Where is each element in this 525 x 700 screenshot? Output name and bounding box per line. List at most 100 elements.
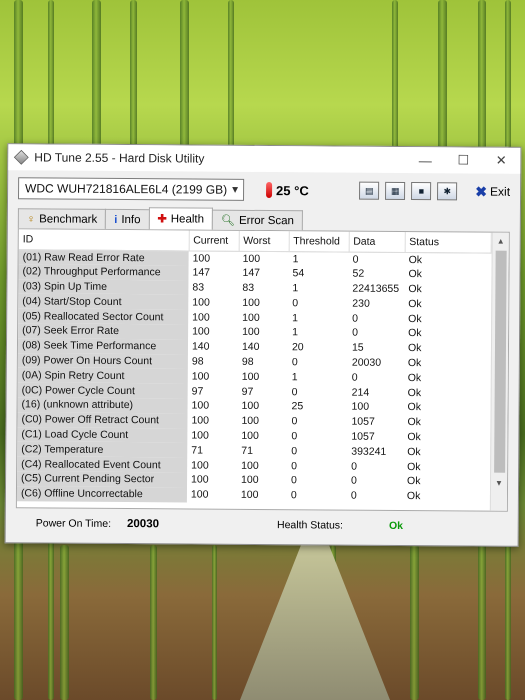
cell-status: Ok (407, 386, 422, 399)
column-header-threshold[interactable]: Threshold (288, 231, 349, 252)
cell-raw-data: 0 (350, 489, 357, 502)
scrollbar-thumb[interactable] (493, 250, 507, 473)
copy-text-icon[interactable]: ▤ (359, 181, 380, 200)
scroll-down-icon[interactable]: ▼ (495, 475, 503, 491)
cell-attribute-id: (C2) Temperature (17, 441, 188, 458)
cell-attribute-id: (C1) Load Cycle Count (17, 426, 188, 443)
cell-threshold-value: 1 (292, 311, 299, 324)
cell-attribute-id: (07) Seek Error Rate (18, 323, 189, 340)
cell-attribute-id: (01) Raw Read Error Rate (18, 249, 189, 266)
minimize-button[interactable]: — (406, 147, 444, 173)
cell-worst-value: 98 (241, 355, 254, 368)
column-header-worst[interactable]: Worst (238, 230, 289, 252)
cell-status: Ok (408, 297, 422, 310)
cell-status: Ok (408, 253, 423, 266)
tab-health[interactable]: ✚ Health (148, 207, 214, 230)
cell-current-value: 71 (191, 444, 203, 457)
cell-worst-value: 83 (242, 281, 255, 294)
scroll-up-icon[interactable]: ▲ (497, 233, 505, 249)
tab-error-scan-label: Error Scan (238, 214, 294, 227)
cell-attribute-id: (C6) Offline Uncorrectable (16, 486, 188, 503)
cell-attribute-id: (09) Power On Hours Count (17, 352, 188, 369)
cell-attribute-id: (0C) Power Cycle Count (17, 382, 188, 399)
cell-raw-data: 100 (351, 400, 370, 414)
column-header-status[interactable]: Status (404, 231, 492, 253)
copy-screenshot-icon[interactable]: ▦ (385, 181, 406, 200)
cell-raw-data: 52 (352, 267, 365, 280)
column-header-id[interactable]: ID (18, 229, 189, 251)
vertical-scrollbar[interactable]: ▲ ▼ (489, 232, 509, 511)
cell-worst-value: 100 (241, 459, 259, 472)
tab-benchmark[interactable]: ♀ Benchmark (17, 208, 107, 229)
cell-threshold-value: 0 (291, 430, 298, 443)
cell-attribute-id: (0A) Spin Retry Count (17, 367, 188, 384)
cell-attribute-id: (03) Spin Up Time (18, 278, 189, 295)
cell-status: Ok (408, 312, 422, 325)
temperature-value: 25 °C (276, 182, 309, 198)
maximize-button[interactable]: ☐ (444, 147, 482, 173)
drive-select-value: WDC WUH721816ALE6L4 (2199 GB) (25, 181, 228, 197)
column-header-data[interactable]: Data (348, 231, 405, 252)
cell-current-value: 100 (192, 325, 210, 339)
cell-attribute-id: (02) Throughput Performance (18, 264, 189, 281)
title-bar[interactable]: HD Tune 2.55 - Hard Disk Utility — ☐ ✕ (8, 144, 521, 174)
cell-worst-value: 97 (241, 385, 254, 398)
cell-threshold-value: 0 (291, 444, 298, 457)
status-bar: Power On Time: 20030 Health Status: Ok (6, 508, 518, 542)
cell-current-value: 100 (192, 311, 210, 324)
cell-threshold-value: 0 (292, 296, 299, 310)
cell-threshold-value: 1 (292, 282, 299, 295)
exit-icon: ✖ (475, 182, 488, 200)
cell-status: Ok (407, 371, 422, 384)
cell-threshold-value: 0 (291, 385, 298, 398)
cell-attribute-id: (C5) Current Pending Sector (17, 471, 188, 488)
cell-threshold-value: 1 (292, 252, 299, 265)
table-row[interactable]: (C6) Offline Uncorrectable 100 100 0 0 Ok (16, 486, 490, 504)
cell-threshold-value: 25 (291, 400, 304, 413)
cell-raw-data: 15 (351, 341, 364, 354)
cell-current-value: 100 (191, 399, 210, 412)
cell-worst-value: 100 (241, 370, 260, 383)
magnifier-icon: 🔍︎ (220, 214, 236, 227)
chevron-down-icon: ▼ (230, 184, 241, 196)
cell-worst-value: 100 (240, 488, 259, 502)
cell-worst-value: 100 (242, 296, 260, 309)
tab-info[interactable]: i Info (105, 208, 150, 230)
tab-error-scan[interactable]: 🔍︎ Error Scan (211, 209, 304, 231)
drive-select[interactable]: WDC WUH721816ALE6L4 (2199 GB) ▼ (18, 177, 245, 201)
save-icon[interactable]: ■ (411, 182, 432, 201)
cell-status: Ok (407, 401, 422, 414)
cell-worst-value: 71 (241, 444, 253, 457)
exit-label: Exit (490, 184, 511, 199)
exit-button[interactable]: ✖ Exit (475, 183, 510, 200)
cell-status: Ok (407, 475, 421, 488)
cell-raw-data: 0 (351, 474, 357, 488)
cell-worst-value: 100 (242, 252, 261, 265)
hdtune-app-icon (13, 149, 29, 165)
cell-current-value: 100 (192, 296, 210, 309)
cell-status: Ok (407, 342, 422, 355)
smart-table-body: (01) Raw Read Error Rate 100 100 1 0 Ok (02) T… (16, 249, 491, 504)
options-icon[interactable]: ✱ (437, 182, 458, 201)
close-button[interactable]: ✕ (482, 148, 520, 174)
cell-attribute-id: (08) Seek Time Performance (17, 338, 189, 355)
cell-worst-value: 100 (241, 400, 260, 413)
cell-worst-value: 100 (241, 415, 260, 428)
cell-current-value: 147 (192, 266, 211, 279)
cell-status: Ok (407, 445, 421, 458)
column-header-current[interactable]: Current (188, 230, 239, 251)
cell-attribute-id: (C0) Power Off Retract Count (17, 412, 188, 429)
cell-status: Ok (407, 430, 421, 444)
cell-raw-data: 0 (352, 312, 359, 325)
window-title: HD Tune 2.55 - Hard Disk Utility (34, 150, 205, 166)
cell-raw-data: 214 (351, 386, 370, 399)
health-status-value: Ok (388, 519, 404, 532)
cell-worst-value: 100 (242, 311, 260, 324)
cell-current-value: 98 (191, 355, 204, 368)
cell-threshold-value: 54 (292, 267, 305, 280)
cell-current-value: 100 (191, 429, 209, 442)
cell-worst-value: 140 (241, 341, 260, 354)
info-icon: i (114, 213, 118, 226)
cell-current-value: 97 (191, 385, 204, 398)
benchmark-icon: ♀ (26, 212, 36, 225)
